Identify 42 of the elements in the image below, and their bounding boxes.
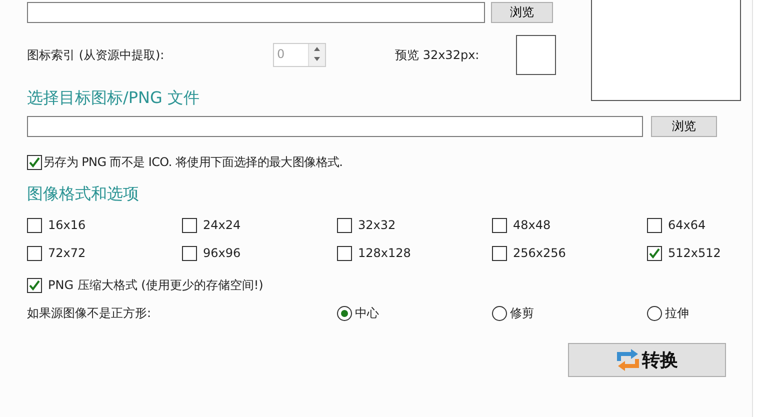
radio-button[interactable] <box>337 306 352 320</box>
checkbox-label: 24x24 <box>203 218 241 232</box>
checkbox[interactable] <box>27 218 42 232</box>
checkbox-label: 72x72 <box>48 246 86 260</box>
radio-label: 中心 <box>355 304 379 322</box>
checkbox[interactable] <box>27 246 42 260</box>
checkbox[interactable] <box>27 278 42 292</box>
checkbox-label: 96x96 <box>203 246 241 260</box>
checkbox[interactable] <box>182 218 197 232</box>
small-preview-box <box>516 35 556 75</box>
checkbox[interactable] <box>647 218 662 232</box>
option-label: 如果源图像不是正方形: <box>27 304 152 322</box>
checkbox-label: 48x48 <box>513 218 551 232</box>
checkbox[interactable] <box>337 218 352 232</box>
radio-label: 拉伸 <box>665 304 689 322</box>
checkbox-label: PNG 压缩大格式 (使用更少的存储空间!) <box>48 276 264 294</box>
preview-label: 预览 32x32px: <box>395 46 480 64</box>
section-heading: 选择目标图标/PNG 文件 <box>27 88 200 109</box>
refresh-icon <box>616 348 640 372</box>
convert-button[interactable]: 转换 <box>568 343 726 377</box>
icon-index-label: 图标索引 (从资源中提取): <box>27 46 166 64</box>
radio-button[interactable] <box>647 306 662 320</box>
target-path-field[interactable] <box>27 116 643 137</box>
checkbox[interactable] <box>647 246 662 260</box>
browse-button[interactable]: 浏览 <box>651 116 717 137</box>
checkbox[interactable] <box>492 218 507 232</box>
checkbox-label: 16x16 <box>48 218 86 232</box>
source-path-field[interactable] <box>27 2 485 23</box>
browse-button[interactable]: 浏览 <box>491 2 553 23</box>
checkbox[interactable] <box>27 154 42 170</box>
checkbox-label: 64x64 <box>668 218 706 232</box>
checkbox-label: 256x256 <box>513 246 566 260</box>
checkbox-label: 另存为 PNG 而不是 ICO. 将使用下面选择的最大图像格式. <box>43 154 343 170</box>
checkbox[interactable] <box>182 246 197 260</box>
checkbox-label: 32x32 <box>358 218 396 232</box>
checkbox[interactable] <box>337 246 352 260</box>
radio-button[interactable] <box>492 306 507 320</box>
checkbox-label: 128x128 <box>358 246 411 260</box>
section-heading: 图像格式和选项 <box>27 184 140 205</box>
checkbox-label: 512x512 <box>668 246 721 260</box>
radio-label: 修剪 <box>510 304 534 322</box>
checkbox[interactable] <box>492 246 507 260</box>
